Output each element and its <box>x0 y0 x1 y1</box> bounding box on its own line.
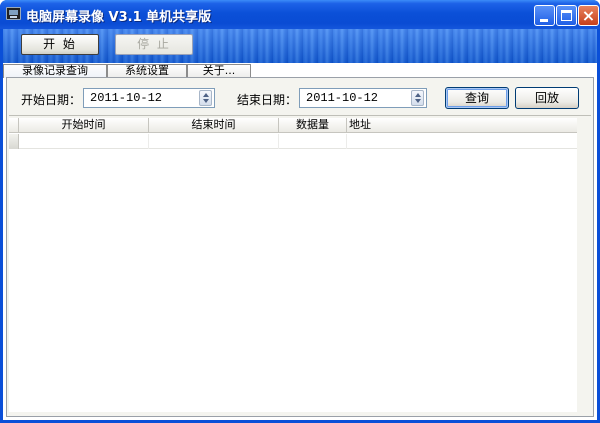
end-date-label: 结束日期： <box>237 93 298 107</box>
toolbar: 开 始 停 止 <box>3 29 597 63</box>
query-button[interactable]: 查询 <box>445 87 509 109</box>
tab-record-query[interactable]: 录像记录查询 <box>3 64 107 78</box>
window-title: 电脑屏幕录像 V3.1 单机共享版 <box>26 10 212 25</box>
row-selector[interactable] <box>9 134 19 149</box>
column-header-address[interactable]: 地址 <box>347 118 577 133</box>
start-date-spin-icon[interactable] <box>199 90 212 106</box>
header-selector-corner[interactable] <box>9 118 19 133</box>
record-query-panel: 开始日期： 2011-10-12 结束日期： 2011-10-12 查询 回放 … <box>6 77 594 417</box>
client-area: 开 始 停 止 录像记录查询 系统设置 关于... 开始日期： 2011-10-… <box>3 29 597 420</box>
start-date-value: 2011-10-12 <box>90 91 163 105</box>
table-cell[interactable] <box>149 134 279 149</box>
table-row[interactable] <box>9 134 577 149</box>
maximize-icon <box>561 10 572 21</box>
table-cell[interactable] <box>279 134 347 149</box>
replay-button[interactable]: 回放 <box>515 87 579 109</box>
start-date-picker[interactable]: 2011-10-12 <box>83 88 215 108</box>
tab-strip: 录像记录查询 系统设置 关于... <box>3 63 597 78</box>
start-date-label: 开始日期： <box>21 93 82 107</box>
app-window: 电脑屏幕录像 V3.1 单机共享版 × 开 始 停 止 录像记录查询 系统设置 … <box>0 0 600 423</box>
end-date-value: 2011-10-12 <box>306 91 379 105</box>
tab-system-settings[interactable]: 系统设置 <box>107 64 187 78</box>
column-header-end-time[interactable]: 结束时间 <box>149 118 279 133</box>
title-bar[interactable]: 电脑屏幕录像 V3.1 单机共享版 × <box>0 0 600 29</box>
table-header: 开始时间 结束时间 数据量 地址 <box>9 118 577 133</box>
start-button[interactable]: 开 始 <box>21 34 99 55</box>
records-table[interactable]: 开始时间 结束时间 数据量 地址 <box>9 118 577 412</box>
monitor-icon <box>6 7 21 20</box>
filter-bar: 开始日期： 2011-10-12 结束日期： 2011-10-12 查询 回放 <box>9 80 591 116</box>
column-header-data-size[interactable]: 数据量 <box>279 118 347 133</box>
minimize-button[interactable] <box>534 5 555 26</box>
stop-button[interactable]: 停 止 <box>115 34 193 55</box>
close-icon: × <box>581 6 596 25</box>
column-header-start-time[interactable]: 开始时间 <box>19 118 149 133</box>
maximize-button[interactable] <box>556 5 577 26</box>
table-cell[interactable] <box>347 134 577 149</box>
close-button[interactable]: × <box>578 5 599 26</box>
end-date-spin-icon[interactable] <box>411 90 424 106</box>
tab-about[interactable]: 关于... <box>187 64 251 78</box>
end-date-picker[interactable]: 2011-10-12 <box>299 88 427 108</box>
minimize-icon <box>540 19 548 22</box>
table-cell[interactable] <box>19 134 149 149</box>
